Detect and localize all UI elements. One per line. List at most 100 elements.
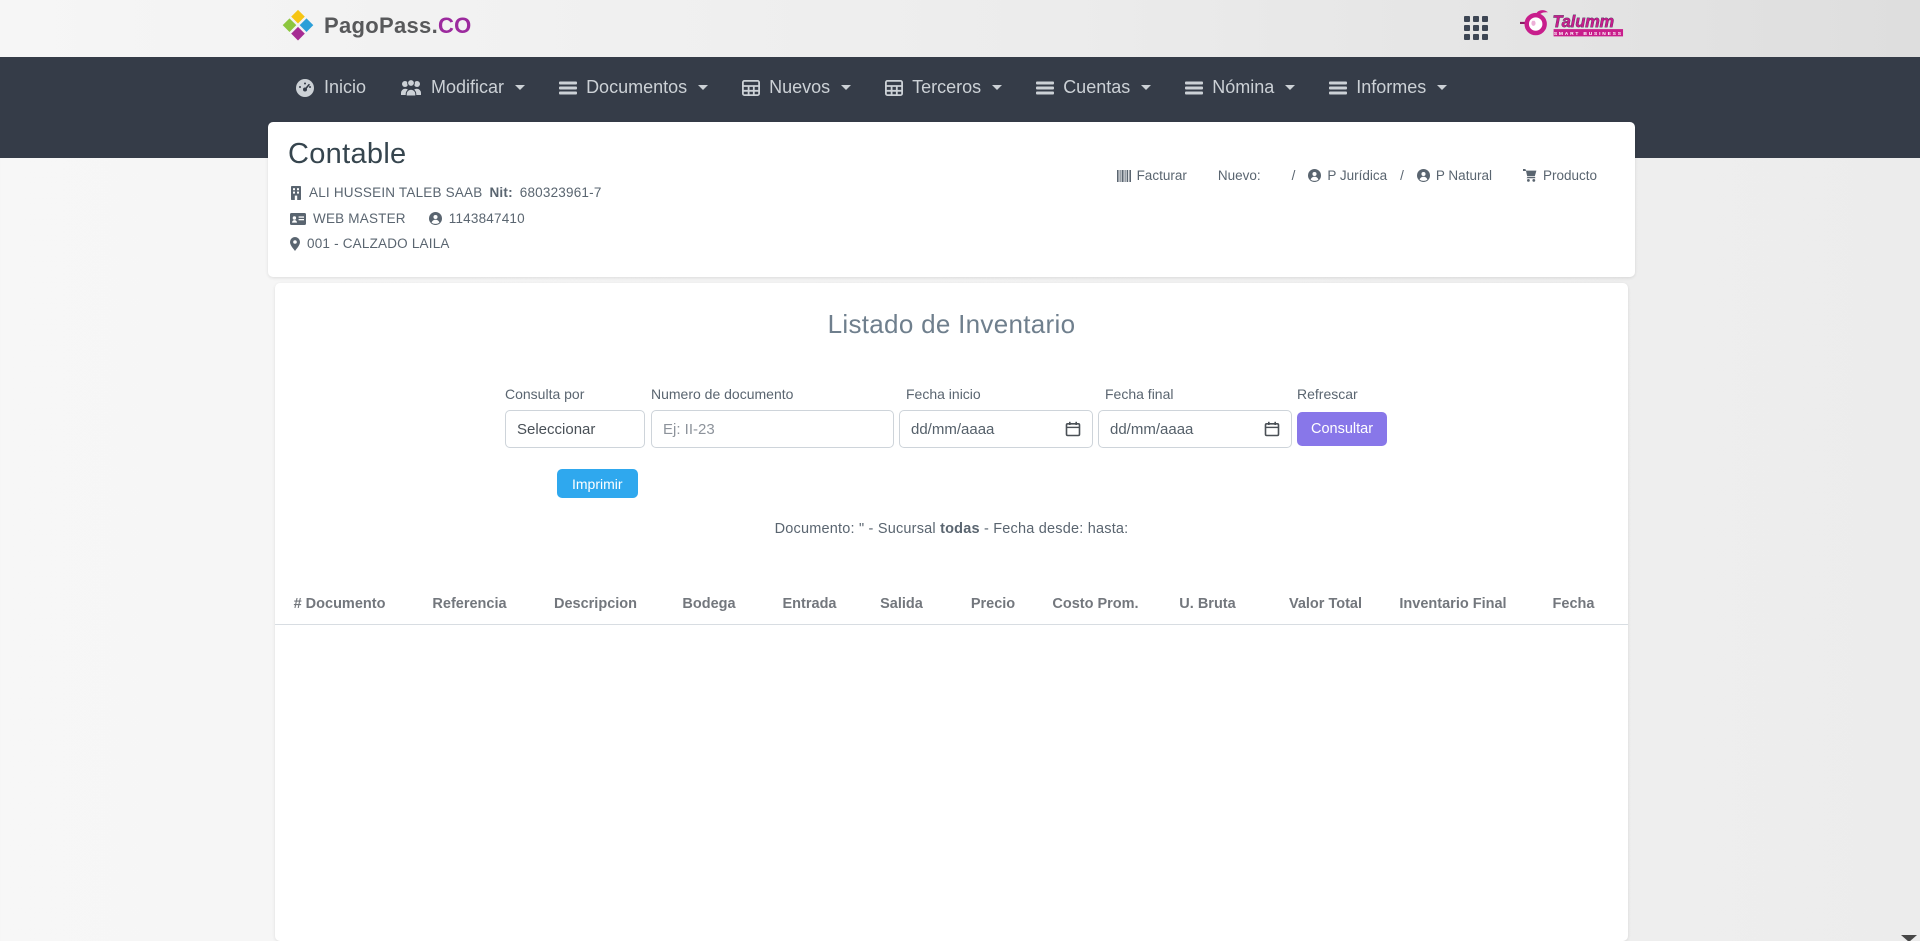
app-root: PagoPass.CO Talumm SMART BUSINESS Inicio xyxy=(0,0,1920,941)
talumm-logo[interactable]: Talumm SMART BUSINESS xyxy=(1520,7,1632,40)
numero-doc-field xyxy=(651,410,894,448)
fecha-final-value: dd/mm/aaaa xyxy=(1110,421,1193,438)
bars-icon xyxy=(1329,80,1347,96)
nav-label: Nuevos xyxy=(769,77,830,98)
separator: / xyxy=(1400,168,1404,183)
column-header-u-bruta: U. Bruta xyxy=(1151,596,1264,612)
column-header-referencia: Referencia xyxy=(404,596,535,612)
bars-icon xyxy=(559,80,577,96)
table-icon xyxy=(742,80,760,96)
nav-item-terceros[interactable]: Terceros xyxy=(868,69,1019,106)
nav-row: Inicio Modificar Documentos Nuevos Terce… xyxy=(278,69,1464,106)
branch-name: 001 - CALZADO LAILA xyxy=(307,236,450,251)
calendar-icon[interactable] xyxy=(1264,421,1280,437)
column-header-precio: Precio xyxy=(946,596,1040,612)
pagopass-diamond-icon xyxy=(281,9,315,43)
results-summary: Documento: " - Sucursal todas - Fecha de… xyxy=(275,521,1628,537)
nav-label: Cuentas xyxy=(1063,77,1130,98)
table-icon xyxy=(885,80,903,96)
column-header-documento: # Documento xyxy=(275,596,404,612)
column-header-valor-total: Valor Total xyxy=(1264,596,1387,612)
column-header-fecha: Fecha xyxy=(1519,596,1628,612)
chevron-down-icon xyxy=(1141,85,1151,90)
numero-doc-input[interactable] xyxy=(663,421,882,438)
consultar-button[interactable]: Consultar xyxy=(1297,412,1387,446)
nav-item-modificar[interactable]: Modificar xyxy=(383,69,542,106)
nav-item-inicio[interactable]: Inicio xyxy=(278,69,383,106)
column-header-inventario-final: Inventario Final xyxy=(1387,596,1519,612)
user-id-group: 1143847410 xyxy=(429,211,525,226)
column-header-entrada: Entrada xyxy=(762,596,857,612)
brand-name-accent: CO xyxy=(438,13,472,38)
branch-line: 001 - CALZADO LAILA xyxy=(290,236,450,251)
users-icon xyxy=(400,79,422,97)
fecha-inicio-label: Fecha inicio xyxy=(906,386,981,402)
column-header-salida: Salida xyxy=(857,596,946,612)
column-header-bodega: Bodega xyxy=(656,596,762,612)
imprimir-button[interactable]: Imprimir xyxy=(557,469,638,498)
p-juridica-link[interactable]: P Jurídica xyxy=(1308,168,1387,183)
numero-doc-label: Numero de documento xyxy=(651,386,793,402)
consulta-por-value: Seleccionar xyxy=(517,421,595,438)
consulta-por-label: Consulta por xyxy=(505,386,584,402)
cart-icon xyxy=(1523,169,1537,182)
gauge-icon xyxy=(295,78,315,98)
user-role: WEB MASTER xyxy=(313,211,406,226)
brand-logo[interactable]: PagoPass.CO xyxy=(281,9,472,43)
chevron-down-icon xyxy=(515,85,525,90)
scroll-artifact xyxy=(1901,935,1917,941)
chevron-down-icon xyxy=(1437,85,1447,90)
fecha-final-input[interactable]: dd/mm/aaaa xyxy=(1098,410,1292,448)
facturar-link[interactable]: Facturar xyxy=(1117,168,1187,183)
chevron-down-icon xyxy=(1285,85,1295,90)
company-name-line: ALI HUSSEIN TALEB SAAB Nit: 680323961-7 xyxy=(290,185,602,200)
nav-item-nuevos[interactable]: Nuevos xyxy=(725,69,868,106)
inventory-title: Listado de Inventario xyxy=(275,309,1628,340)
nit-label: Nit: xyxy=(489,185,512,200)
nuevo-label: Nuevo: xyxy=(1218,168,1261,183)
column-header-descripcion: Descripcion xyxy=(535,596,656,612)
nav-item-nomina[interactable]: Nómina xyxy=(1168,69,1312,106)
svg-text:SMART BUSINESS: SMART BUSINESS xyxy=(1554,31,1623,37)
table-header-row: # Documento Referencia Descripcion Bodeg… xyxy=(275,583,1628,625)
id-card-icon xyxy=(290,213,306,225)
bars-icon xyxy=(1036,80,1054,96)
consulta-por-select[interactable]: Seleccionar xyxy=(505,410,645,448)
talumm-text: Talumm xyxy=(1552,13,1614,31)
chevron-down-icon xyxy=(698,85,708,90)
fecha-inicio-value: dd/mm/aaaa xyxy=(911,421,994,438)
company-name: ALI HUSSEIN TALEB SAAB xyxy=(309,185,482,200)
top-header: PagoPass.CO Talumm SMART BUSINESS xyxy=(0,0,1920,57)
quick-actions: Facturar Nuevo: / P Jurídica / P Natural… xyxy=(1117,168,1597,183)
calendar-icon[interactable] xyxy=(1065,421,1081,437)
chevron-down-icon xyxy=(992,85,1002,90)
producto-label: Producto xyxy=(1543,168,1597,183)
nit-value: 680323961-7 xyxy=(520,185,602,200)
fecha-inicio-input[interactable]: dd/mm/aaaa xyxy=(899,410,1093,448)
page-title: Contable xyxy=(288,138,407,171)
apps-grid-icon[interactable] xyxy=(1464,16,1490,41)
separator: / xyxy=(1292,168,1296,183)
nav-item-cuentas[interactable]: Cuentas xyxy=(1019,69,1168,106)
p-natural-link[interactable]: P Natural xyxy=(1417,168,1492,183)
user-circle-icon xyxy=(1417,169,1430,182)
nav-label: Inicio xyxy=(324,77,366,98)
nav-label: Nómina xyxy=(1212,77,1274,98)
brand-name: PagoPass.CO xyxy=(324,13,472,39)
refrescar-label: Refrescar xyxy=(1297,386,1358,402)
barcode-icon xyxy=(1117,170,1131,182)
summary-todas: todas xyxy=(940,521,980,537)
producto-link[interactable]: Producto xyxy=(1523,168,1597,183)
column-header-costo-prom: Costo Prom. xyxy=(1040,596,1151,612)
nav-item-documentos[interactable]: Documentos xyxy=(542,69,725,106)
company-card: Contable ALI HUSSEIN TALEB SAAB Nit: 680… xyxy=(268,122,1635,277)
inventory-panel: Listado de Inventario Consulta por Numer… xyxy=(275,283,1628,941)
user-circle-icon xyxy=(429,212,442,225)
map-pin-icon xyxy=(290,237,300,251)
nav-label: Modificar xyxy=(431,77,504,98)
nav-item-informes[interactable]: Informes xyxy=(1312,69,1464,106)
building-icon xyxy=(290,186,302,200)
nav-label: Documentos xyxy=(586,77,687,98)
user-line: WEB MASTER 1143847410 xyxy=(290,211,525,226)
fecha-final-label: Fecha final xyxy=(1105,386,1173,402)
